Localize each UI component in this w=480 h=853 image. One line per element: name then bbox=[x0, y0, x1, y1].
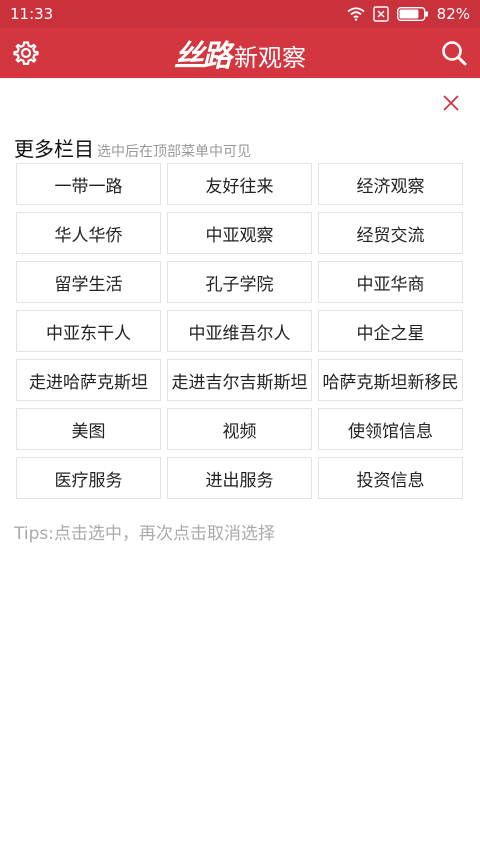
close-icon bbox=[443, 95, 459, 111]
title-text: 新观察 bbox=[234, 44, 306, 72]
column-item[interactable]: 哈萨克斯坦新移民 bbox=[318, 359, 463, 401]
column-item[interactable]: 医疗服务 bbox=[16, 457, 161, 499]
close-button[interactable] bbox=[440, 92, 462, 114]
column-item[interactable]: 使领馆信息 bbox=[318, 408, 463, 450]
section-header: 更多栏目 选中后在顶部菜单中可见 bbox=[14, 133, 251, 162]
no-sim-icon bbox=[372, 6, 389, 22]
wifi-icon bbox=[347, 7, 365, 21]
settings-button[interactable] bbox=[12, 39, 40, 67]
column-item[interactable]: 投资信息 bbox=[318, 457, 463, 499]
search-icon bbox=[442, 41, 467, 66]
column-grid: 一带一路 友好往来 经济观察 华人华侨 中亚观察 经贸交流 留学生活 孔子学院 … bbox=[16, 163, 464, 499]
column-item[interactable]: 经济观察 bbox=[318, 163, 463, 205]
logo: 丝路 bbox=[174, 39, 232, 74]
column-item[interactable]: 经贸交流 bbox=[318, 212, 463, 254]
column-item[interactable]: 视频 bbox=[167, 408, 312, 450]
app-title: 丝路 新观察 bbox=[174, 31, 306, 75]
column-item[interactable]: 中亚维吾尔人 bbox=[167, 310, 312, 352]
battery-icon bbox=[396, 7, 428, 21]
column-item[interactable]: 走进吉尔吉斯斯坦 bbox=[167, 359, 312, 401]
column-item[interactable]: 中亚华商 bbox=[318, 261, 463, 303]
status-time: 11:33 bbox=[10, 5, 54, 23]
section-hint: 选中后在顶部菜单中可见 bbox=[97, 144, 251, 160]
column-item[interactable]: 留学生活 bbox=[16, 261, 161, 303]
search-button[interactable] bbox=[440, 39, 468, 67]
status-bar: 11:33 82% bbox=[0, 0, 480, 28]
gear-icon bbox=[13, 41, 39, 65]
column-item[interactable]: 华人华侨 bbox=[16, 212, 161, 254]
column-item[interactable]: 走进哈萨克斯坦 bbox=[16, 359, 161, 401]
column-item[interactable]: 中亚东干人 bbox=[16, 310, 161, 352]
column-item[interactable]: 进出服务 bbox=[167, 457, 312, 499]
tips-text: Tips:点击选中，再次点击取消选择 bbox=[14, 524, 275, 544]
section-title: 更多栏目 bbox=[14, 137, 94, 161]
column-item[interactable]: 友好往来 bbox=[167, 163, 312, 205]
column-item[interactable]: 美图 bbox=[16, 408, 161, 450]
column-item[interactable]: 中企之星 bbox=[318, 310, 463, 352]
app-header: 丝路 新观察 bbox=[0, 28, 480, 78]
column-item[interactable]: 孔子学院 bbox=[167, 261, 312, 303]
status-icons: 82% bbox=[347, 5, 470, 23]
column-item[interactable]: 中亚观察 bbox=[167, 212, 312, 254]
battery-percent: 82% bbox=[436, 5, 470, 23]
column-item[interactable]: 一带一路 bbox=[16, 163, 161, 205]
